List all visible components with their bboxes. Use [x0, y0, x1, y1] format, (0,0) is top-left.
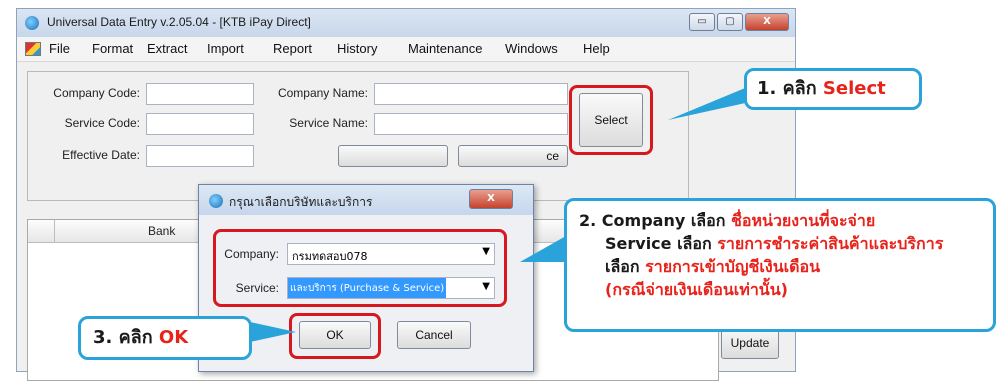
callout-step1-prefix: 1. คลิก	[757, 78, 817, 99]
callout-step2-line1: 2. Company เลือก ชื่อหน่วยงานที่จะจ่าย	[579, 209, 981, 232]
callout-step1: 1. คลิก Select	[744, 68, 922, 110]
callout-step2-line4-highlight: (กรณีจ่ายเงินเดือนเท่านั้น)	[605, 280, 788, 299]
arrow-step3	[250, 322, 296, 342]
callout-step2-line1-highlight: ชื่อหน่วยงานที่จะจ่าย	[730, 211, 876, 230]
callout-step2-line2-prefix: Service เลือก	[605, 234, 712, 253]
callout-step2-line2-highlight: รายการชำระค่าสินค้าและบริการ	[717, 234, 944, 253]
arrow-step2	[520, 236, 566, 262]
callout-step2-line2: Service เลือก รายการชำระค่าสินค้าและบริก…	[579, 232, 981, 255]
callout-step3: 3. คลิก OK	[78, 316, 252, 360]
callout-step2: 2. Company เลือก ชื่อหน่วยงานที่จะจ่าย S…	[564, 198, 996, 332]
callout-step3-highlight: OK	[158, 327, 189, 348]
callout-step2-line3-prefix: เลือก	[605, 257, 640, 276]
callout-step2-line3-highlight: รายการเข้าบัญชีเงินเดือน	[645, 257, 821, 276]
callout-step2-line1-prefix: 2. Company เลือก	[579, 211, 726, 230]
callout-step3-prefix: 3. คลิก	[93, 327, 153, 348]
callout-step1-highlight: Select	[822, 78, 886, 99]
callout-step2-line3: เลือก รายการเข้าบัญชีเงินเดือน	[579, 255, 981, 278]
callout-step2-line4: (กรณีจ่ายเงินเดือนเท่านั้น)	[579, 278, 981, 301]
arrow-step1	[668, 86, 750, 120]
